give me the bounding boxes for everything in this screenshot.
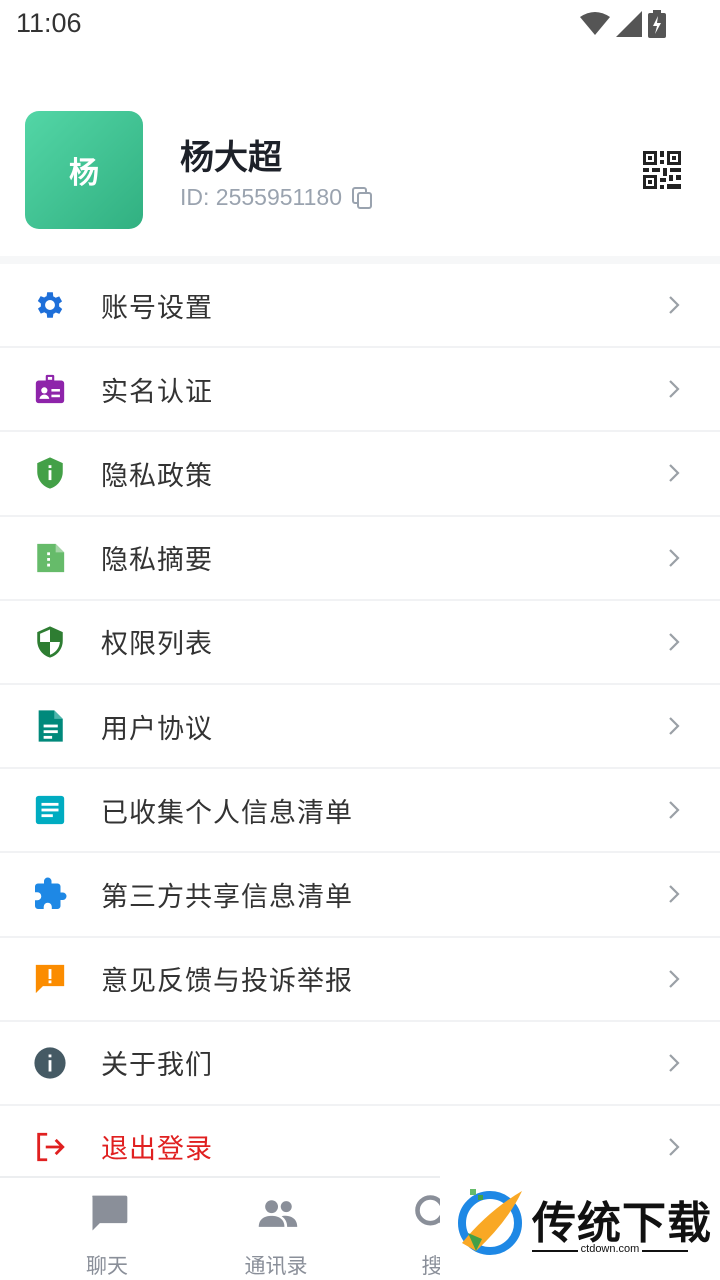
battery-icon (648, 10, 666, 38)
menu-item-privacy-summary[interactable]: 隐私摘要 (0, 517, 720, 601)
watermark-subtitle: ctdown.com (580, 1243, 640, 1255)
menu-label: 关于我们 (101, 1050, 213, 1082)
menu-label: 已收集个人信息清单 (101, 797, 353, 829)
chevron-right-icon (669, 717, 680, 735)
status-bar: 11:06 (0, 0, 720, 50)
menu-label: 用户协议 (101, 713, 213, 745)
profile-id: ID: 2555951180 (180, 184, 374, 211)
chat-icon (92, 1195, 128, 1231)
shield-half-icon (32, 624, 68, 660)
shield-info-icon (32, 455, 68, 491)
chevron-right-icon (669, 464, 680, 483)
wifi-icon (580, 12, 610, 35)
section-divider (0, 256, 720, 264)
menu-label: 退出登录 (101, 1134, 213, 1166)
puzzle-icon (32, 876, 68, 912)
menu-item-user-agreement[interactable]: 用户协议 (0, 685, 720, 770)
document-icon (32, 540, 68, 576)
logout-icon (32, 1129, 68, 1165)
chevron-right-icon (669, 801, 680, 819)
menu-label: 第三方共享信息清单 (101, 881, 353, 913)
avatar-text: 杨 (69, 156, 99, 191)
menu-item-permission-list[interactable]: 权限列表 (0, 601, 720, 685)
menu-item-feedback-complaint[interactable]: 意见反馈与投诉举报 (0, 938, 720, 1022)
menu-item-third-party-sharing-list[interactable]: 第三方共享信息清单 (0, 853, 720, 938)
tab-chat[interactable]: 聊天 (47, 1188, 167, 1278)
gear-icon (32, 287, 68, 323)
file-text-icon (32, 708, 68, 744)
profile-name: 杨大超 (180, 138, 282, 178)
avatar[interactable]: 杨 (25, 111, 143, 229)
chevron-right-icon (669, 633, 680, 651)
profile-header[interactable]: 杨 杨大超 ID: 2555951180 (0, 100, 720, 256)
menu-label: 权限列表 (101, 629, 213, 661)
menu-item-real-name-verification[interactable]: 实名认证 (0, 348, 720, 433)
contacts-icon (258, 1200, 298, 1227)
chevron-right-icon (669, 885, 680, 904)
list-doc-icon (32, 792, 68, 828)
id-badge-icon (32, 371, 68, 407)
watermark-title: 传统下载 (532, 1198, 712, 1249)
site-watermark: 传统下载 ctdown.com (440, 1175, 720, 1280)
tab-contacts[interactable]: 通讯录 (216, 1188, 336, 1278)
watermark-logo-icon (458, 1189, 522, 1255)
copy-icon[interactable] (350, 186, 374, 210)
tab-chat-label: 聊天 (86, 1254, 128, 1278)
profile-id-text: ID: 2555951180 (180, 184, 342, 210)
menu-item-collected-info-list[interactable]: 已收集个人信息清单 (0, 769, 720, 854)
chevron-right-icon (669, 1138, 680, 1156)
chevron-right-icon (669, 969, 680, 988)
status-time: 11:06 (16, 8, 82, 38)
menu-label: 隐私摘要 (101, 545, 213, 577)
menu-label: 隐私政策 (101, 460, 213, 492)
settings-menu: 账号设置 实名认证 隐私政策 隐私摘要 权限列表 用户协议 已收集个人信息清单 … (0, 264, 720, 1191)
chevron-right-icon (669, 548, 680, 567)
chevron-right-icon (669, 1054, 680, 1072)
feedback-icon (32, 961, 68, 997)
status-icons (580, 10, 666, 38)
chevron-right-icon (669, 296, 680, 314)
watermark-line-right (642, 1250, 688, 1252)
info-icon (32, 1045, 68, 1081)
menu-label: 意见反馈与投诉举报 (101, 966, 353, 998)
qr-code-icon[interactable] (643, 151, 681, 189)
menu-label: 账号设置 (101, 292, 213, 324)
chevron-right-icon (669, 380, 680, 399)
menu-item-privacy-policy[interactable]: 隐私政策 (0, 432, 720, 517)
cellular-signal-icon (616, 11, 642, 37)
menu-item-about-us[interactable]: 关于我们 (0, 1022, 720, 1106)
menu-item-account-settings[interactable]: 账号设置 (0, 264, 720, 349)
menu-label: 实名认证 (101, 376, 213, 408)
tab-contacts-label: 通讯录 (244, 1254, 308, 1278)
